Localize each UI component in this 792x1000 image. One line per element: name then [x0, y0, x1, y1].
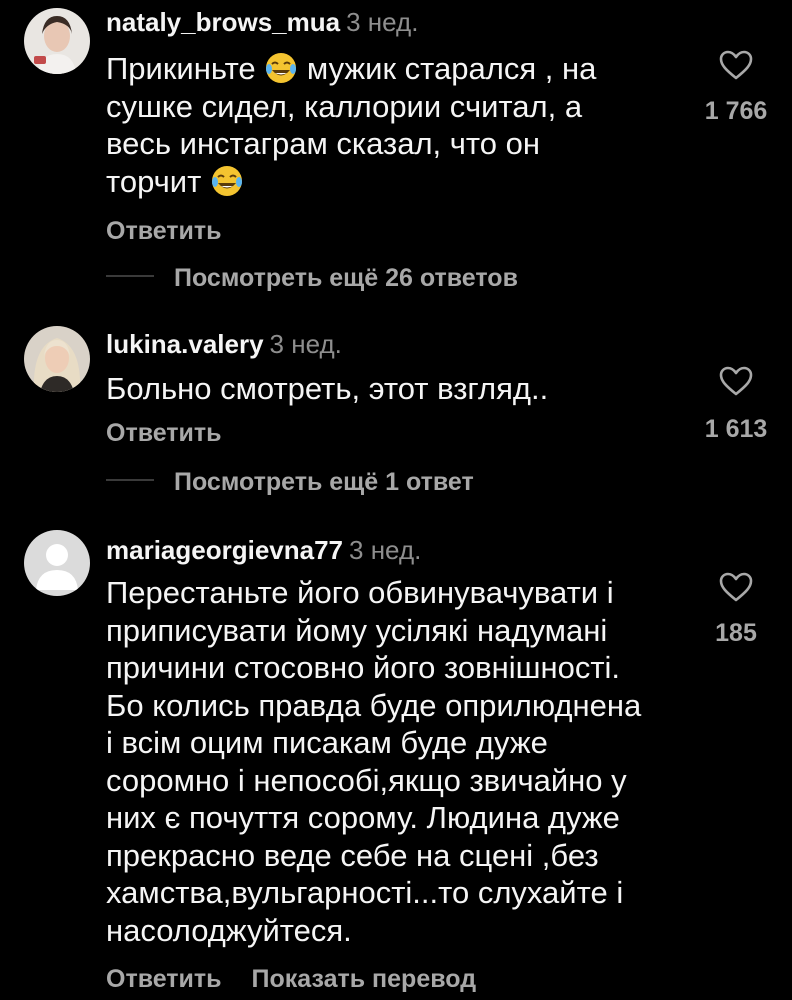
- comment-time: 3 нед.: [349, 535, 422, 565]
- reply-button[interactable]: Ответить: [106, 217, 222, 245]
- avatar[interactable]: [24, 8, 90, 74]
- heart-outline-icon[interactable]: [719, 572, 753, 602]
- comment-time: 3 нед.: [269, 329, 342, 359]
- comment-text-line: Прикиньте: [106, 51, 256, 86]
- comment-text: Перестаньте його обвинувачувати і припис…: [106, 575, 642, 948]
- heart-outline-icon[interactable]: [719, 50, 753, 80]
- comment-text-line: мужик старался , на: [306, 51, 597, 86]
- comment-text-line: торчит: [106, 163, 202, 199]
- tears-of-joy-emoji: [266, 53, 297, 83]
- replies-divider: [106, 479, 154, 482]
- comment-text-line: весь инстаграм сказал, что он: [106, 126, 540, 161]
- comment-username[interactable]: nataly_brows_mua: [106, 7, 340, 37]
- comment-text: Прикиньте мужик старался , на сушке сиде…: [106, 50, 596, 200]
- like-count: 1 766: [704, 97, 768, 125]
- like-count: 185: [715, 619, 757, 647]
- comment-username[interactable]: mariageorgievna77: [106, 535, 343, 565]
- like-count: 1 613: [704, 415, 768, 443]
- heart-outline-icon[interactable]: [719, 366, 753, 396]
- view-replies-button[interactable]: Посмотреть ещё 1 ответ: [106, 467, 474, 497]
- view-replies-label: Посмотреть ещё 26 ответов: [174, 264, 518, 292]
- view-replies-label: Посмотреть ещё 1 ответ: [174, 468, 474, 496]
- comment-time: 3 нед.: [346, 7, 419, 37]
- comment-username[interactable]: lukina.valery: [106, 329, 264, 359]
- tears-of-joy-emoji: [211, 165, 242, 196]
- comment-text: Больно смотреть, этот взгляд..: [106, 371, 549, 406]
- reply-button[interactable]: Ответить: [106, 419, 222, 447]
- reply-button[interactable]: Ответить: [106, 965, 222, 993]
- comment-text-line: сушке сидел, каллории считал, а: [106, 88, 583, 124]
- replies-divider: [106, 275, 154, 278]
- view-replies-button[interactable]: Посмотреть ещё 26 ответов: [106, 263, 518, 293]
- avatar[interactable]: [24, 326, 90, 392]
- default-avatar-icon[interactable]: [24, 530, 90, 596]
- translate-button[interactable]: Показать перевод: [252, 965, 477, 993]
